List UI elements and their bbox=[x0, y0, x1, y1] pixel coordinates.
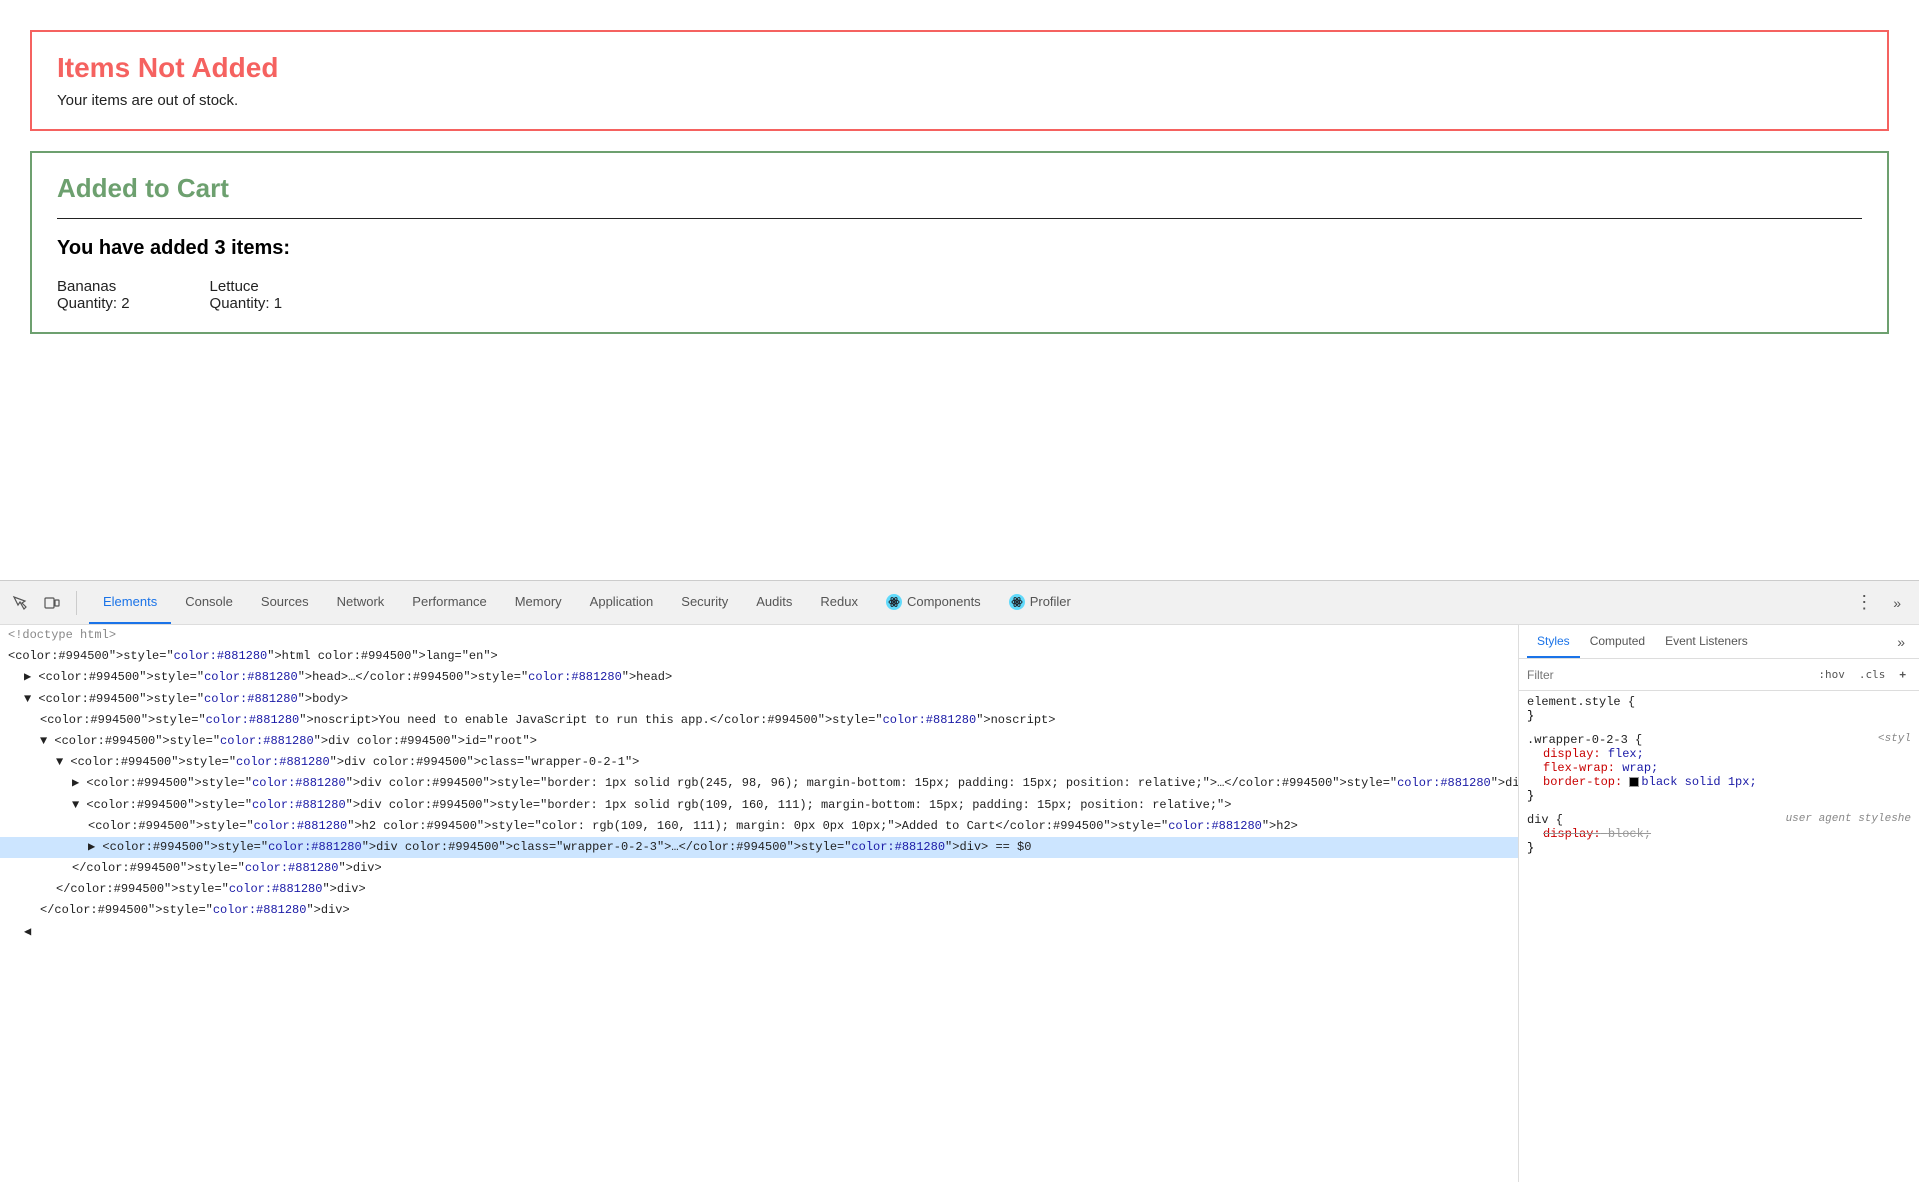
html-line[interactable]: </color:#994500">style="color:#881280">d… bbox=[0, 879, 1518, 900]
html-panel: <!doctype html><color:#994500">style="co… bbox=[0, 625, 1519, 1182]
html-line[interactable]: ▶ <color:#994500">style="color:#881280">… bbox=[0, 837, 1518, 858]
cart-box: Added to Cart You have added 3 items: Ba… bbox=[30, 151, 1889, 334]
cart-items: Bananas Quantity: 2 Lettuce Quantity: 1 bbox=[57, 278, 1862, 312]
devtools-tab-redux[interactable]: Redux bbox=[806, 581, 872, 624]
react-icon bbox=[886, 594, 902, 610]
style-rule: element.style {} bbox=[1527, 695, 1911, 723]
styles-tab-styles[interactable]: Styles bbox=[1527, 625, 1580, 658]
style-rule: .wrapper-0-2-3 {<styldisplay: flex;flex-… bbox=[1527, 733, 1911, 803]
react-icon bbox=[1009, 594, 1025, 610]
error-title: Items Not Added bbox=[57, 52, 1862, 84]
devtools-body: <!doctype html><color:#994500">style="co… bbox=[0, 625, 1919, 1182]
cart-count: You have added 3 items: bbox=[57, 237, 1862, 260]
styles-tab-event-listeners[interactable]: Event Listeners bbox=[1655, 625, 1758, 658]
html-line: <color:#994500">style="color:#881280">no… bbox=[0, 710, 1518, 731]
html-line[interactable]: <color:#994500">style="color:#881280">ht… bbox=[0, 646, 1518, 667]
cart-title: Added to Cart bbox=[57, 173, 1862, 204]
html-line: <!doctype html> bbox=[0, 625, 1518, 646]
error-box: Items Not Added Your items are out of st… bbox=[30, 30, 1889, 131]
styles-tab-computed[interactable]: Computed bbox=[1580, 625, 1655, 658]
tab-label: Profiler bbox=[1030, 594, 1071, 609]
html-line[interactable]: ▼ <color:#994500">style="color:#881280">… bbox=[0, 731, 1518, 752]
error-body: Your items are out of stock. bbox=[57, 92, 1862, 109]
cart-item: Bananas Quantity: 2 bbox=[57, 278, 130, 312]
styles-tabs: StylesComputedEvent Listeners » bbox=[1519, 625, 1919, 659]
devtools-tab-performance[interactable]: Performance bbox=[398, 581, 500, 624]
cart-item-name: Lettuce bbox=[210, 278, 283, 295]
cart-divider bbox=[57, 218, 1862, 219]
devtools-panel: Elements Console Sources Network Performance… bbox=[0, 580, 1919, 1182]
cart-item: Lettuce Quantity: 1 bbox=[210, 278, 283, 312]
style-rule: div {user agent styleshedisplay: block;} bbox=[1527, 813, 1911, 855]
html-line[interactable]: ▼ <color:#994500">style="color:#881280">… bbox=[0, 689, 1518, 710]
cls-filter-button[interactable]: .cls bbox=[1854, 666, 1891, 683]
devtools-tab-memory[interactable]: Memory bbox=[501, 581, 576, 624]
tab-label: Console bbox=[185, 594, 233, 609]
devtools-tab-network[interactable]: Network bbox=[323, 581, 399, 624]
tab-label: Components bbox=[907, 594, 981, 609]
devtools-tab-console[interactable]: Console bbox=[171, 581, 247, 624]
add-style-button[interactable]: + bbox=[1894, 666, 1911, 683]
html-line[interactable]: </color:#994500">style="color:#881280">d… bbox=[0, 900, 1518, 921]
devtools-more-button[interactable]: ⋮ bbox=[1845, 581, 1883, 624]
styles-filter: :hov .cls + bbox=[1519, 659, 1919, 691]
tab-label: Security bbox=[681, 594, 728, 609]
devtools-tab-security[interactable]: Security bbox=[667, 581, 742, 624]
device-toolbar-icon[interactable] bbox=[40, 591, 64, 615]
devtools-expand-button[interactable]: » bbox=[1883, 581, 1911, 624]
styles-filter-input[interactable] bbox=[1527, 668, 1813, 682]
cart-item-name: Bananas bbox=[57, 278, 130, 295]
devtools-tab-profiler[interactable]: Profiler bbox=[995, 581, 1085, 624]
page-content: Items Not Added Your items are out of st… bbox=[0, 0, 1919, 580]
tab-label: Sources bbox=[261, 594, 309, 609]
styles-content: element.style {} .wrapper-0-2-3 {<styldis… bbox=[1519, 691, 1919, 1182]
html-line[interactable]: ▶ <color:#994500">style="color:#881280">… bbox=[0, 667, 1518, 688]
devtools-tab-audits[interactable]: Audits bbox=[742, 581, 806, 624]
tab-label: Audits bbox=[756, 594, 792, 609]
html-line[interactable]: </color:#994500">style="color:#881280">d… bbox=[0, 858, 1518, 879]
html-line: ◀ bbox=[0, 922, 1518, 943]
hover-filter-button[interactable]: :hov bbox=[1813, 666, 1850, 683]
tab-label: Application bbox=[590, 594, 654, 609]
html-line[interactable]: ▼ <color:#994500">style="color:#881280">… bbox=[0, 795, 1518, 816]
devtools-tab-elements[interactable]: Elements bbox=[89, 581, 171, 624]
devtools-toolbar: Elements Console Sources Network Performance… bbox=[0, 581, 1919, 625]
devtools-icons bbox=[8, 591, 77, 615]
tab-label: Performance bbox=[412, 594, 486, 609]
html-line[interactable]: ▶ <color:#994500">style="color:#881280">… bbox=[0, 773, 1518, 794]
inspect-element-icon[interactable] bbox=[8, 591, 32, 615]
styles-more-button[interactable]: » bbox=[1891, 634, 1911, 650]
html-line[interactable]: ▼ <color:#994500">style="color:#881280">… bbox=[0, 752, 1518, 773]
tab-label: Elements bbox=[103, 594, 157, 609]
tab-label: Redux bbox=[820, 594, 858, 609]
devtools-tab-application[interactable]: Application bbox=[576, 581, 668, 624]
cart-item-qty: Quantity: 2 bbox=[57, 295, 130, 312]
html-line: <color:#994500">style="color:#881280">h2… bbox=[0, 816, 1518, 837]
devtools-tabs: Elements Console Sources Network Performance… bbox=[89, 581, 1845, 624]
styles-filter-btns: :hov .cls + bbox=[1813, 666, 1911, 683]
devtools-tab-sources[interactable]: Sources bbox=[247, 581, 323, 624]
tab-label: Memory bbox=[515, 594, 562, 609]
cart-item-qty: Quantity: 1 bbox=[210, 295, 283, 312]
devtools-tab-components[interactable]: Components bbox=[872, 581, 995, 624]
styles-panel: StylesComputedEvent Listeners » :hov .cls… bbox=[1519, 625, 1919, 1182]
tab-label: Network bbox=[337, 594, 385, 609]
